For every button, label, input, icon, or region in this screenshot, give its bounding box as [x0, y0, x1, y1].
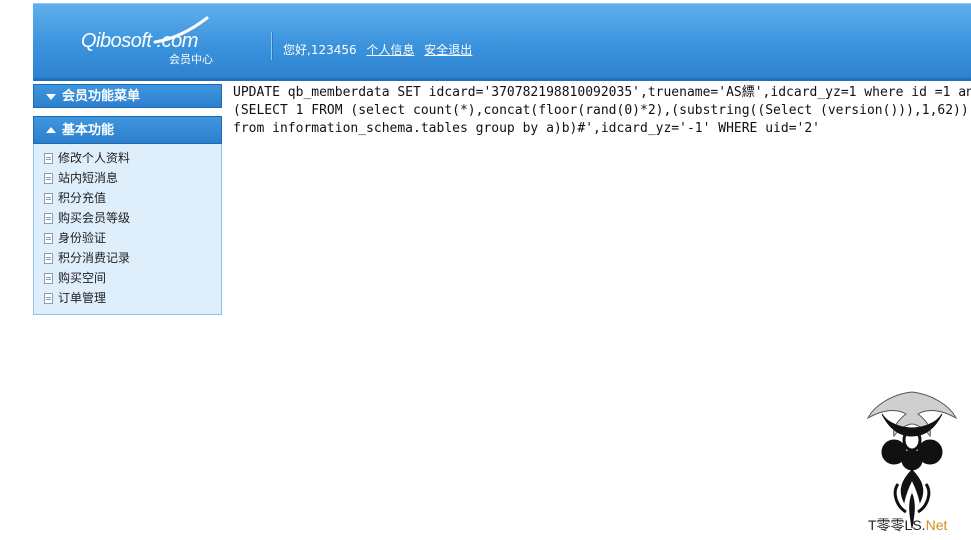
sidebar-item-points-recharge[interactable]: 积分充值	[34, 188, 221, 208]
basic-functions-list: 修改个人资料 站内短消息 积分充值 购买会员等级 身份验证 积分消费记录 购买空…	[33, 144, 222, 315]
sidebar-item-label: 积分充值	[58, 191, 107, 205]
sidebar-item-buy-space[interactable]: 购买空间	[34, 268, 221, 288]
watermark-text: T零零LS.Net	[868, 515, 947, 535]
document-icon	[44, 213, 53, 224]
document-icon	[44, 233, 53, 244]
site-header: Qibosoft .com 会员中心 您好,123456 个人信息 安全退出	[33, 3, 971, 79]
sidebar-item-label: 站内短消息	[58, 171, 119, 185]
header-bottom-bar	[33, 78, 971, 81]
sql-line: from information_schema.tables group by …	[233, 121, 820, 136]
sql-line: UPDATE qb_memberdata SET idcard='3707821…	[233, 85, 971, 100]
sidebar-item-label: 身份验证	[58, 231, 107, 245]
tribal-emblem-icon	[866, 391, 958, 529]
sql-line: (SELECT 1 FROM (select count(*),concat(f…	[233, 103, 971, 118]
sidebar-item-edit-profile[interactable]: 修改个人资料	[34, 148, 221, 168]
sidebar-item-identity-verify[interactable]: 身份验证	[34, 228, 221, 248]
logout-link[interactable]: 安全退出	[424, 43, 472, 57]
triangle-down-icon	[46, 94, 56, 100]
basic-functions-title: 基本功能	[62, 123, 115, 138]
member-menu-title: 会员功能菜单	[62, 89, 141, 104]
document-icon	[44, 173, 53, 184]
document-icon	[44, 273, 53, 284]
logo-subtitle: 会员中心	[169, 53, 213, 66]
sidebar-item-orders[interactable]: 订单管理	[34, 288, 221, 308]
qibosoft-logo[interactable]: Qibosoft .com 会员中心	[81, 16, 231, 68]
triangle-up-icon	[46, 127, 56, 133]
greeting-text: 您好,123456	[283, 43, 357, 57]
watermark-net: Net	[925, 517, 948, 533]
document-icon	[44, 193, 53, 204]
document-icon	[44, 153, 53, 164]
sidebar-item-label: 积分消费记录	[58, 251, 131, 265]
header-divider	[271, 32, 273, 60]
document-icon	[44, 293, 53, 304]
logo-text: Qibosoft .com	[81, 30, 198, 52]
user-bar: 您好,123456 个人信息 安全退出	[283, 41, 472, 58]
document-icon	[44, 253, 53, 264]
sidebar-item-messages[interactable]: 站内短消息	[34, 168, 221, 188]
sidebar-item-buy-membership[interactable]: 购买会员等级	[34, 208, 221, 228]
sidebar-item-label: 购买空间	[58, 271, 107, 285]
basic-functions-header[interactable]: 基本功能	[33, 116, 222, 144]
sidebar: 会员功能菜单 基本功能 修改个人资料 站内短消息 积分充值 购买会员等级 身份验…	[33, 84, 222, 315]
sidebar-item-label: 订单管理	[58, 291, 107, 305]
sidebar-item-label: 购买会员等级	[58, 211, 131, 225]
profile-link[interactable]: 个人信息	[366, 43, 414, 57]
member-menu-header[interactable]: 会员功能菜单	[33, 84, 222, 108]
sidebar-item-label: 修改个人资料	[58, 151, 131, 165]
sidebar-item-points-history[interactable]: 积分消费记录	[34, 248, 221, 268]
sql-output: UPDATE qb_memberdata SET idcard='3707821…	[233, 84, 971, 138]
watermark-brand: T零零LS.	[868, 517, 926, 533]
